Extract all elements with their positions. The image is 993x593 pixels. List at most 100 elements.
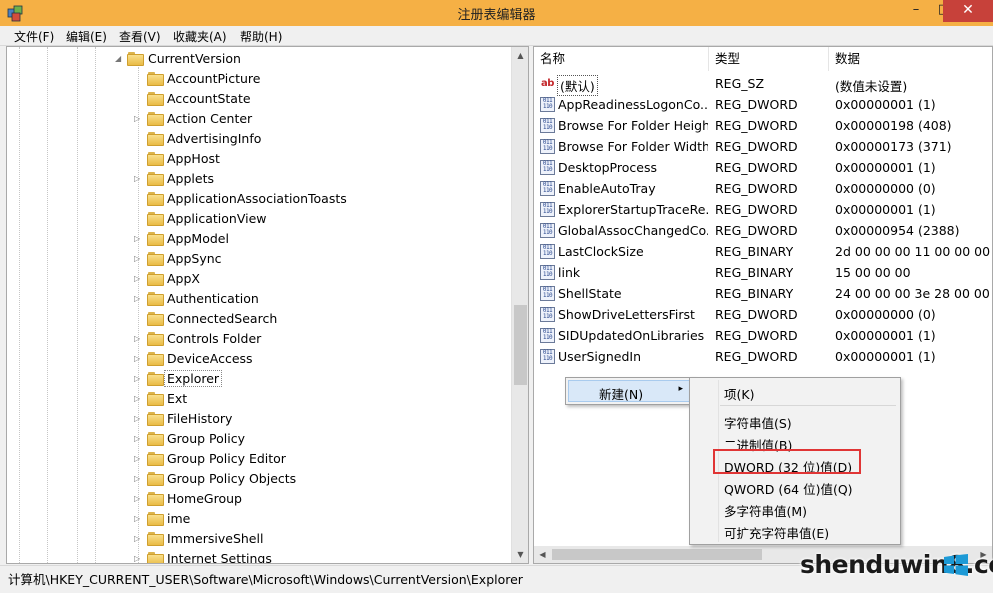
submenu-arrow-icon: ▸ xyxy=(678,384,683,394)
submenu-item-qword[interactable]: QWORD (64 位)值(Q) xyxy=(724,479,853,498)
tree-item[interactable]: ▷ Internet Settings xyxy=(7,549,507,563)
value-row[interactable]: 011 110 SIDUpdatedOnLibraries REG_DWORD 0x00… xyxy=(534,325,992,346)
tree-item[interactable]: ▷ Action Center xyxy=(7,109,507,129)
tree-item-label: HomeGroup xyxy=(167,491,242,506)
value-row[interactable]: 011 110 Browse For Folder Width REG_DWORD 0x… xyxy=(534,136,992,157)
value-name: DesktopProcess xyxy=(558,160,657,175)
menu-view[interactable]: 查看(V) xyxy=(119,28,161,45)
menu-edit[interactable]: 编辑(E) xyxy=(66,28,107,45)
tree-item[interactable]: ▷ ImmersiveShell xyxy=(7,529,507,549)
submenu-item-multi-string[interactable]: 多字符串值(M) xyxy=(724,501,807,520)
expand-arrow-icon[interactable]: ▷ xyxy=(134,354,142,364)
tree-item-currentversion[interactable]: ◢ CurrentVersion xyxy=(7,49,507,69)
value-row[interactable]: 011 110 EnableAutoTray REG_DWORD 0x00000000 … xyxy=(534,178,992,199)
value-row[interactable]: 011 110 UserSignedIn REG_DWORD 0x00000001 (1… xyxy=(534,346,992,367)
tree-item[interactable]: ▷ Applets xyxy=(7,169,507,189)
expand-arrow-icon[interactable]: ▷ xyxy=(134,534,142,544)
expand-arrow-icon[interactable]: ▷ xyxy=(134,274,142,284)
tree-item[interactable]: ▷ DeviceAccess xyxy=(7,349,507,369)
value-data: 2d 00 00 00 11 00 00 00 xyxy=(835,244,991,259)
expand-arrow-icon[interactable]: ▷ xyxy=(134,394,142,404)
value-row[interactable]: 011 110 LastClockSize REG_BINARY 2d 00 00 00… xyxy=(534,241,992,262)
value-row[interactable]: 011 110 DesktopProcess REG_DWORD 0x00000001 … xyxy=(534,157,992,178)
minimize-button[interactable]: – xyxy=(901,0,931,22)
expand-arrow-icon[interactable]: ▷ xyxy=(134,374,142,384)
scroll-down-arrow-icon[interactable]: ▼ xyxy=(512,546,528,563)
value-row[interactable]: 011 110 ShellState REG_BINARY 24 00 00 00 3e… xyxy=(534,283,992,304)
tree-item[interactable]: ▷ FileHistory xyxy=(7,409,507,429)
value-type: REG_DWORD xyxy=(715,307,798,322)
expand-arrow-icon[interactable]: ▷ xyxy=(134,434,142,444)
value-row[interactable]: 011 110 AppReadinessLogonCo... REG_DWORD 0x0… xyxy=(534,94,992,115)
submenu-item-string[interactable]: 字符串值(S) xyxy=(724,413,792,432)
menu-help[interactable]: 帮助(H) xyxy=(240,28,282,45)
expand-arrow-icon[interactable]: ▷ xyxy=(134,234,142,244)
tree-item[interactable]: ▷ Authentication xyxy=(7,289,507,309)
expand-arrow-icon[interactable]: ▷ xyxy=(134,114,142,124)
value-row[interactable]: 011 110 Browse For Folder Height REG_DWORD 0… xyxy=(534,115,992,136)
expand-arrow-icon[interactable]: ▷ xyxy=(134,254,142,264)
expand-arrow-icon[interactable]: ▷ xyxy=(134,474,142,484)
value-name: LastClockSize xyxy=(558,244,644,259)
tree-item[interactable]: ▷ Ext xyxy=(7,389,507,409)
scroll-thumb[interactable] xyxy=(514,305,527,385)
tree-item[interactable]: AdvertisingInfo xyxy=(7,129,507,149)
value-row[interactable]: 011 110 GlobalAssocChangedCo... REG_DWORD 0x… xyxy=(534,220,992,241)
scroll-left-arrow-icon[interactable]: ◀ xyxy=(534,546,551,563)
tree-item-label: AccountState xyxy=(167,91,251,106)
value-data: 0x00000001 (1) xyxy=(835,349,936,364)
tree-item[interactable]: ApplicationAssociationToasts xyxy=(7,189,507,209)
submenu-item-key[interactable]: 项(K) xyxy=(724,384,754,403)
scroll-up-arrow-icon[interactable]: ▲ xyxy=(512,47,528,64)
column-header-name[interactable]: 名称 xyxy=(534,47,709,71)
value-type: REG_DWORD xyxy=(715,328,798,343)
tree-item[interactable]: ▷ AppModel xyxy=(7,229,507,249)
tree-item[interactable]: ▷ Group Policy xyxy=(7,429,507,449)
menu-file[interactable]: 文件(F) xyxy=(14,28,54,45)
tree-item[interactable]: ▷ Explorer xyxy=(7,369,507,389)
tree-item[interactable]: ▷ AppX xyxy=(7,269,507,289)
tree-item-label: AppSync xyxy=(167,251,222,266)
value-row[interactable]: 011 110 link REG_BINARY 15 00 00 00 xyxy=(534,262,992,283)
value-row[interactable]: ab (默认) REG_SZ (数值未设置) xyxy=(534,73,992,96)
windows-logo-icon xyxy=(944,554,968,576)
folder-icon xyxy=(147,412,164,426)
column-header-type[interactable]: 类型 xyxy=(709,47,829,71)
tree-item[interactable]: ▷ Controls Folder xyxy=(7,329,507,349)
expand-arrow-icon[interactable]: ▷ xyxy=(134,294,142,304)
value-row[interactable]: 011 110 ExplorerStartupTraceRe... REG_DWORD… xyxy=(534,199,992,220)
tree-item[interactable]: AccountState xyxy=(7,89,507,109)
value-data: 0x00000954 (2388) xyxy=(835,223,960,238)
tree-item[interactable]: ApplicationView xyxy=(7,209,507,229)
tree-item[interactable]: ▷ ime xyxy=(7,509,507,529)
tree-item[interactable]: AppHost xyxy=(7,149,507,169)
expand-arrow-icon[interactable]: ▷ xyxy=(134,494,142,504)
collapse-arrow-icon[interactable]: ◢ xyxy=(115,54,123,64)
expand-arrow-icon[interactable]: ▷ xyxy=(134,174,142,184)
tree-item[interactable]: ▷ AppSync xyxy=(7,249,507,269)
close-button[interactable]: ✕ xyxy=(943,0,993,22)
tree-vertical-scrollbar[interactable]: ▲ ▼ xyxy=(511,47,528,563)
key-tree-pane[interactable]: ◢ CurrentVersion AccountPicture AccountSt… xyxy=(6,46,529,564)
binary-value-icon: 011 110 xyxy=(540,328,555,343)
expand-arrow-icon[interactable]: ▷ xyxy=(134,334,142,344)
expand-arrow-icon[interactable]: ▷ xyxy=(134,454,142,464)
tree-item[interactable]: ▷ Group Policy Editor xyxy=(7,449,507,469)
tree-item[interactable]: AccountPicture xyxy=(7,69,507,89)
column-header-data[interactable]: 数据 xyxy=(829,47,992,71)
tree-item[interactable]: ConnectedSearch xyxy=(7,309,507,329)
expand-arrow-icon[interactable]: ▷ xyxy=(134,514,142,524)
tree-item[interactable]: ▷ HomeGroup xyxy=(7,489,507,509)
value-data: 0x00000000 (0) xyxy=(835,181,936,196)
menu-favorites[interactable]: 收藏夹(A) xyxy=(173,28,227,45)
tree-item[interactable]: ▷ Group Policy Objects xyxy=(7,469,507,489)
value-row[interactable]: 011 110 ShowDriveLettersFirst REG_DWORD 0x00… xyxy=(534,304,992,325)
submenu-item-expandable-string[interactable]: 可扩充字符串值(E) xyxy=(724,523,829,542)
scroll-thumb[interactable] xyxy=(552,549,762,560)
expand-arrow-icon[interactable]: ▷ xyxy=(134,554,142,563)
tree-item-label: CurrentVersion xyxy=(148,51,241,66)
context-menu-new[interactable]: 新建(N) ▸ xyxy=(568,380,692,402)
watermark: shenduwin8.com xyxy=(800,550,993,584)
expand-arrow-icon[interactable]: ▷ xyxy=(134,414,142,424)
tree-item-label: Authentication xyxy=(167,291,259,306)
